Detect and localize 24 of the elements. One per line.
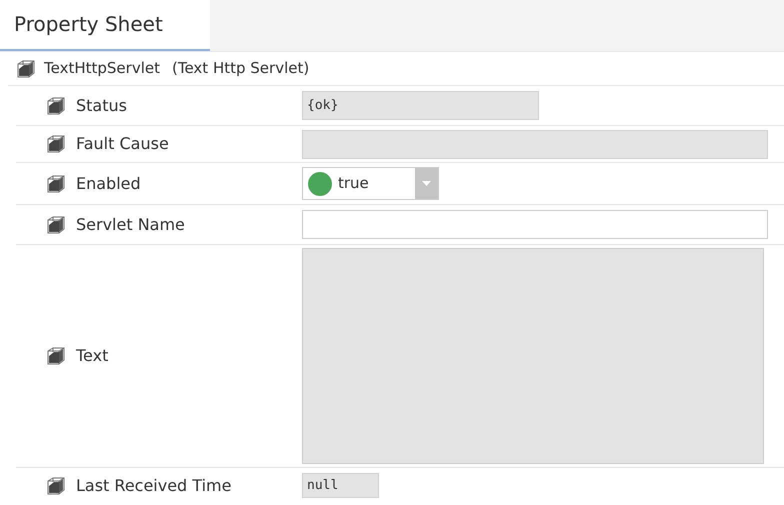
input-field[interactable]	[302, 210, 768, 239]
property-label: Fault Cause	[76, 133, 169, 155]
cube-icon	[46, 476, 66, 494]
property-label: Enabled	[76, 172, 141, 194]
component-name: TextHttpServlet	[44, 58, 160, 80]
property-label: Status	[76, 94, 127, 116]
status-field: {ok}	[302, 91, 539, 120]
enabled-dropdown[interactable]: true	[302, 167, 439, 200]
cube-icon	[46, 216, 66, 234]
property-label: Last Received Time	[76, 474, 232, 496]
cube-icon	[46, 174, 66, 192]
cube-icon	[46, 96, 66, 114]
component-display-name: (Text Http Servlet)	[172, 58, 310, 80]
caret-icon	[422, 181, 431, 186]
property-label: Text	[76, 345, 108, 367]
time-field: null	[302, 473, 379, 498]
property-label: Servlet Name	[76, 214, 185, 236]
text-area[interactable]	[302, 248, 764, 464]
cube-icon	[46, 135, 66, 153]
cube-icon	[46, 347, 66, 365]
dropdown-arrow-button[interactable]	[415, 168, 438, 199]
cube-icon	[16, 60, 36, 78]
dropdown-value: true	[338, 173, 370, 194]
tab[interactable]: Property Sheet	[0, 0, 210, 51]
